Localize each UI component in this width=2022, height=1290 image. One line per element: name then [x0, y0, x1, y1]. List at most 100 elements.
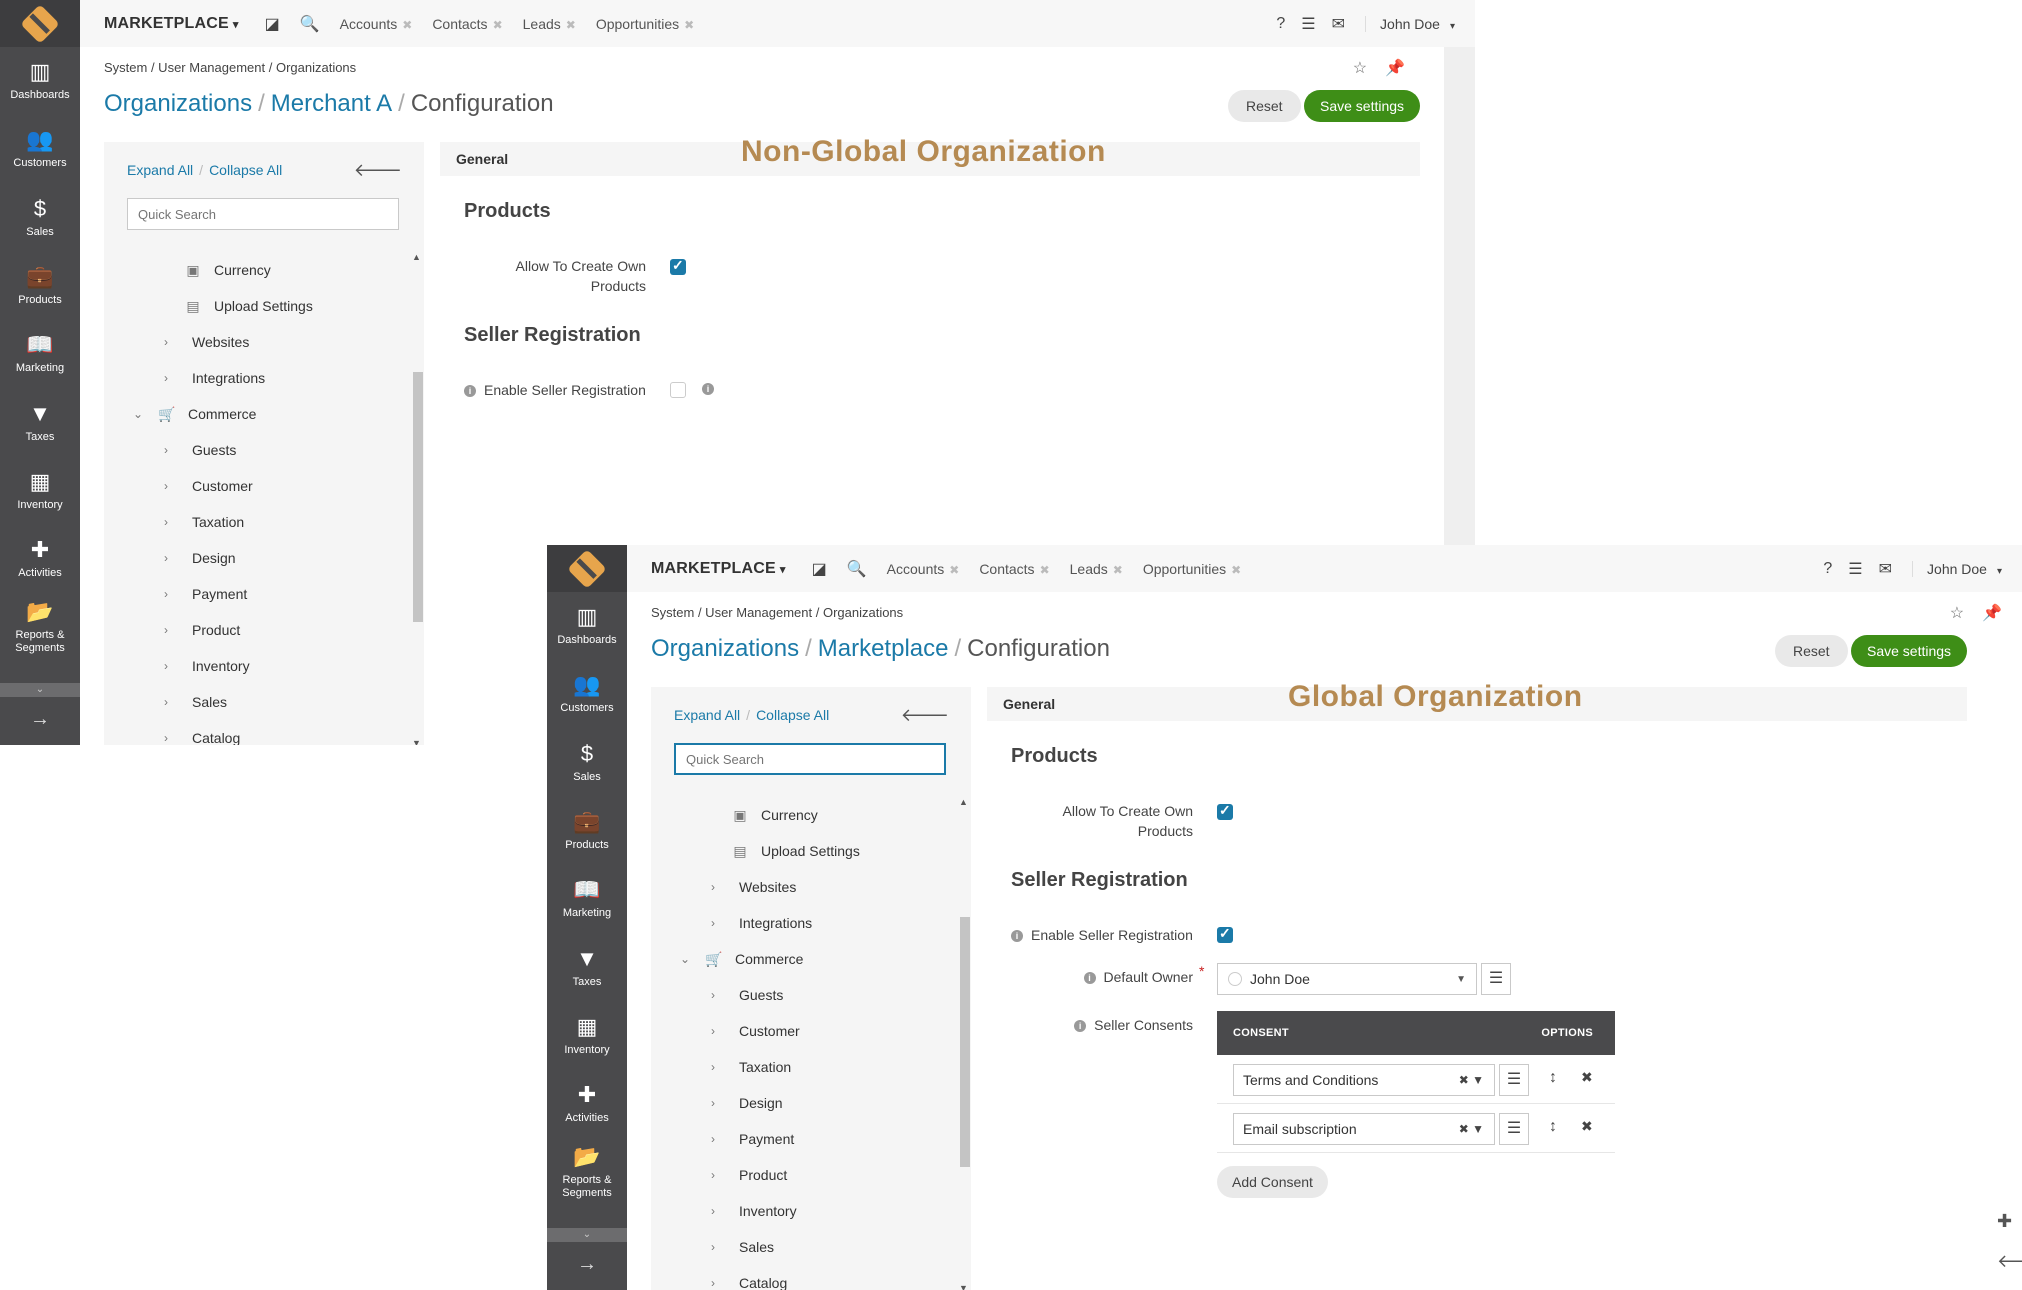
close-icon[interactable]: ✖: [1113, 563, 1123, 577]
tree-item[interactable]: ⌄ 🛒 Commerce: [651, 941, 953, 977]
menu-activities[interactable]: ✚ Activities: [547, 1070, 627, 1138]
tree-item[interactable]: › Guests: [104, 432, 406, 468]
title-link-entity[interactable]: Merchant A: [271, 90, 392, 117]
app-logo[interactable]: [547, 545, 627, 592]
menu-collapse-chevron-icon[interactable]: ⌄: [547, 1228, 627, 1242]
clear-and-caret-icon[interactable]: ✖ ▼: [1459, 1114, 1484, 1144]
tree-item[interactable]: ▣ Currency: [651, 797, 953, 833]
menu-sales[interactable]: $ Sales: [0, 184, 80, 252]
close-icon[interactable]: ✖: [566, 18, 576, 32]
list-icon[interactable]: ☰: [1301, 14, 1315, 34]
menu-customers[interactable]: 👥 Customers: [0, 115, 80, 183]
arrow-left-icon[interactable]: 🡐: [1997, 1251, 2022, 1272]
consent-entity-menu-button[interactable]: ☰: [1499, 1113, 1529, 1145]
menu-inventory[interactable]: ▦ Inventory: [0, 457, 80, 525]
help-icon[interactable]: ?: [1823, 560, 1832, 578]
menu-dashboards[interactable]: ▥ Dashboards: [547, 592, 627, 660]
owner-entity-menu-button[interactable]: ☰: [1481, 963, 1511, 995]
tree-item[interactable]: › Taxation: [104, 504, 406, 540]
scroll-up-icon[interactable]: ▲: [412, 252, 421, 262]
star-icon[interactable]: ☆: [1950, 603, 1964, 623]
reset-button[interactable]: Reset: [1775, 635, 1848, 667]
tree-item[interactable]: › Websites: [651, 869, 953, 905]
close-icon[interactable]: ✖: [493, 18, 503, 32]
clear-and-caret-icon[interactable]: ✖ ▼: [1459, 1065, 1484, 1095]
scroll-up-icon[interactable]: ▲: [959, 797, 968, 807]
menu-expand-arrow-icon[interactable]: →: [0, 703, 80, 735]
quick-search-input[interactable]: [674, 743, 946, 775]
tree-scrollbar[interactable]: ▲ ▼: [957, 797, 970, 1290]
allow-own-products-checkbox[interactable]: [1217, 802, 1233, 820]
tree-item[interactable]: › Taxation: [651, 1049, 953, 1085]
tree-item[interactable]: › Inventory: [104, 648, 406, 684]
scroll-down-icon[interactable]: ▼: [412, 738, 421, 745]
tree-item[interactable]: › Inventory: [651, 1193, 953, 1229]
close-icon[interactable]: ✖: [949, 563, 959, 577]
menu-marketing[interactable]: 📖 Marketing: [0, 320, 80, 388]
tree-item[interactable]: › Catalog: [651, 1265, 953, 1290]
collapse-panel-arrow-icon[interactable]: 🡐: [354, 160, 402, 181]
pinned-tab-opportunities[interactable]: Opportunities ✖: [1143, 561, 1241, 577]
close-icon[interactable]: ✖: [402, 18, 412, 32]
app-logo[interactable]: [0, 0, 80, 47]
menu-activities[interactable]: ✚ Activities: [0, 525, 80, 593]
tree-item[interactable]: ▤ Upload Settings: [651, 833, 953, 869]
pinned-tab-opportunities[interactable]: Opportunities ✖: [596, 16, 694, 32]
scroll-down-icon[interactable]: ▼: [959, 1283, 968, 1290]
menu-taxes[interactable]: ▼ Taxes: [547, 933, 627, 1001]
user-menu[interactable]: John Doe ▾: [1912, 560, 2002, 577]
scrollbar-thumb[interactable]: [960, 917, 970, 1167]
menu-reports[interactable]: 📂 Reports & Segments: [547, 1138, 627, 1206]
add-consent-button[interactable]: Add Consent: [1217, 1166, 1328, 1198]
tree-item[interactable]: › Integrations: [651, 905, 953, 941]
star-icon[interactable]: ☆: [1353, 58, 1367, 78]
tree-scrollbar[interactable]: ▲ ▼: [410, 252, 423, 745]
menu-dashboards[interactable]: ▥ Dashboards: [0, 47, 80, 115]
tree-item[interactable]: › Customer: [651, 1013, 953, 1049]
pinned-tab-contacts[interactable]: Contacts ✖: [979, 561, 1049, 577]
remove-icon[interactable]: ✖: [1581, 1069, 1593, 1086]
tree-item[interactable]: › Catalog: [104, 720, 406, 745]
pin-icon[interactable]: 📌: [1385, 58, 1405, 78]
expand-all-link[interactable]: Expand All: [674, 707, 740, 723]
menu-products[interactable]: 💼 Products: [0, 252, 80, 320]
collapse-all-link[interactable]: Collapse All: [209, 162, 282, 178]
search-icon[interactable]: 🔍: [847, 559, 867, 579]
user-menu[interactable]: John Doe ▾: [1365, 15, 1455, 32]
menu-customers[interactable]: 👥 Customers: [547, 660, 627, 728]
tree-item[interactable]: › Websites: [104, 324, 406, 360]
tree-item[interactable]: › Customer: [104, 468, 406, 504]
tree-item[interactable]: ▣ Currency: [104, 252, 406, 288]
quick-search-input[interactable]: [127, 198, 399, 230]
tree-item[interactable]: › Payment: [104, 576, 406, 612]
consent-entity-menu-button[interactable]: ☰: [1499, 1064, 1529, 1096]
plus-icon[interactable]: ✚: [1997, 1211, 2012, 1232]
tree-item[interactable]: › Sales: [651, 1229, 953, 1265]
scrollbar-thumb[interactable]: [413, 372, 423, 622]
reset-button[interactable]: Reset: [1228, 90, 1301, 122]
pinned-tab-accounts[interactable]: Accounts ✖: [887, 561, 960, 577]
tree-item[interactable]: › Guests: [651, 977, 953, 1013]
menu-marketing[interactable]: 📖 Marketing: [547, 865, 627, 933]
save-settings-button[interactable]: Save settings: [1851, 635, 1968, 667]
search-icon[interactable]: 🔍: [300, 14, 320, 34]
tree-item[interactable]: › Product: [104, 612, 406, 648]
collapse-panel-arrow-icon[interactable]: 🡐: [901, 705, 949, 726]
tree-item[interactable]: › Design: [104, 540, 406, 576]
pin-icon[interactable]: 📌: [1982, 603, 2002, 623]
enable-seller-registration-checkbox[interactable]: [1217, 925, 1233, 943]
info-icon[interactable]: i: [702, 383, 714, 395]
allow-own-products-checkbox[interactable]: [670, 257, 686, 275]
tree-item[interactable]: › Payment: [651, 1121, 953, 1157]
expand-all-link[interactable]: Expand All: [127, 162, 193, 178]
title-link-organizations[interactable]: Organizations: [104, 90, 252, 117]
remove-icon[interactable]: ✖: [1581, 1118, 1593, 1135]
default-owner-select[interactable]: John Doe ▼: [1217, 963, 1477, 995]
collapse-all-link[interactable]: Collapse All: [756, 707, 829, 723]
title-link-entity[interactable]: Marketplace: [818, 635, 949, 662]
tree-item[interactable]: ⌄ 🛒 Commerce: [104, 396, 406, 432]
mail-icon[interactable]: ✉: [1879, 559, 1892, 579]
close-icon[interactable]: ✖: [1040, 563, 1050, 577]
save-settings-button[interactable]: Save settings: [1304, 90, 1421, 122]
history-icon[interactable]: ◪: [812, 559, 827, 579]
